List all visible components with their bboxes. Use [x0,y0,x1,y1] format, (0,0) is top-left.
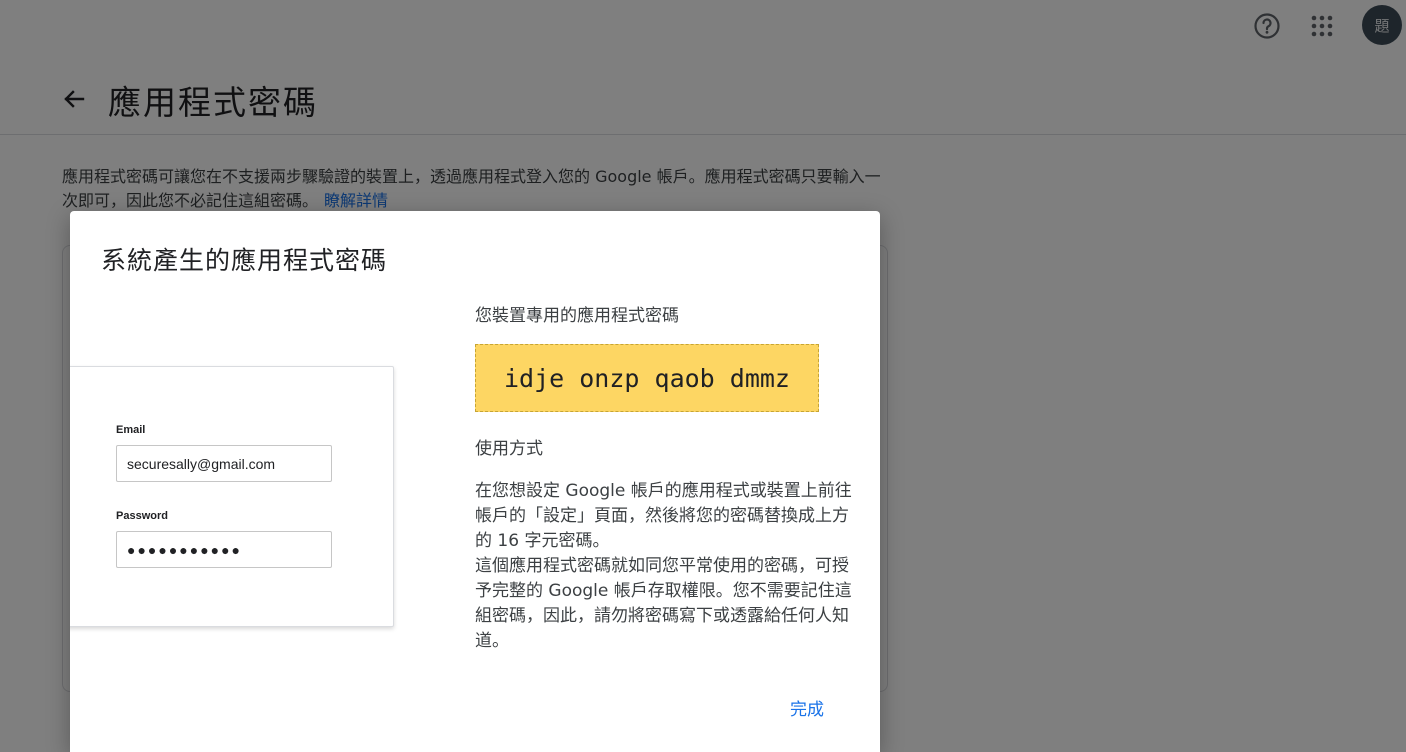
login-illustration: Email securesally@gmail.com Password ●●●… [70,366,394,627]
usage-heading: 使用方式 [475,439,543,459]
usage-paragraph-1: 在您想設定 Google 帳戶的應用程式或裝置上前往帳戶的「設定」頁面，然後將您… [475,481,852,551]
generated-password-dialog: 系統產生的應用程式密碼 Email securesally@gmail.com … [70,211,880,752]
illustration-email-label: Email [116,424,146,436]
usage-instructions: 在您想設定 Google 帳戶的應用程式或裝置上前往帳戶的「設定」頁面，然後將您… [475,479,855,654]
generated-password-box[interactable]: idje onzp qaob dmmz [475,344,819,412]
dialog-title: 系統產生的應用程式密碼 [101,246,388,275]
illustration-password-field: ●●●●●●●●●●● [116,531,332,568]
done-button[interactable]: 完成 [776,689,838,726]
illustration-email-field: securesally@gmail.com [116,445,332,482]
device-password-heading: 您裝置專用的應用程式密碼 [475,306,679,326]
illustration-password-label: Password [116,510,168,522]
usage-paragraph-2: 這個應用程式密碼就如同您平常使用的密碼，可授予完整的 Google 帳戶存取權限… [475,556,852,651]
